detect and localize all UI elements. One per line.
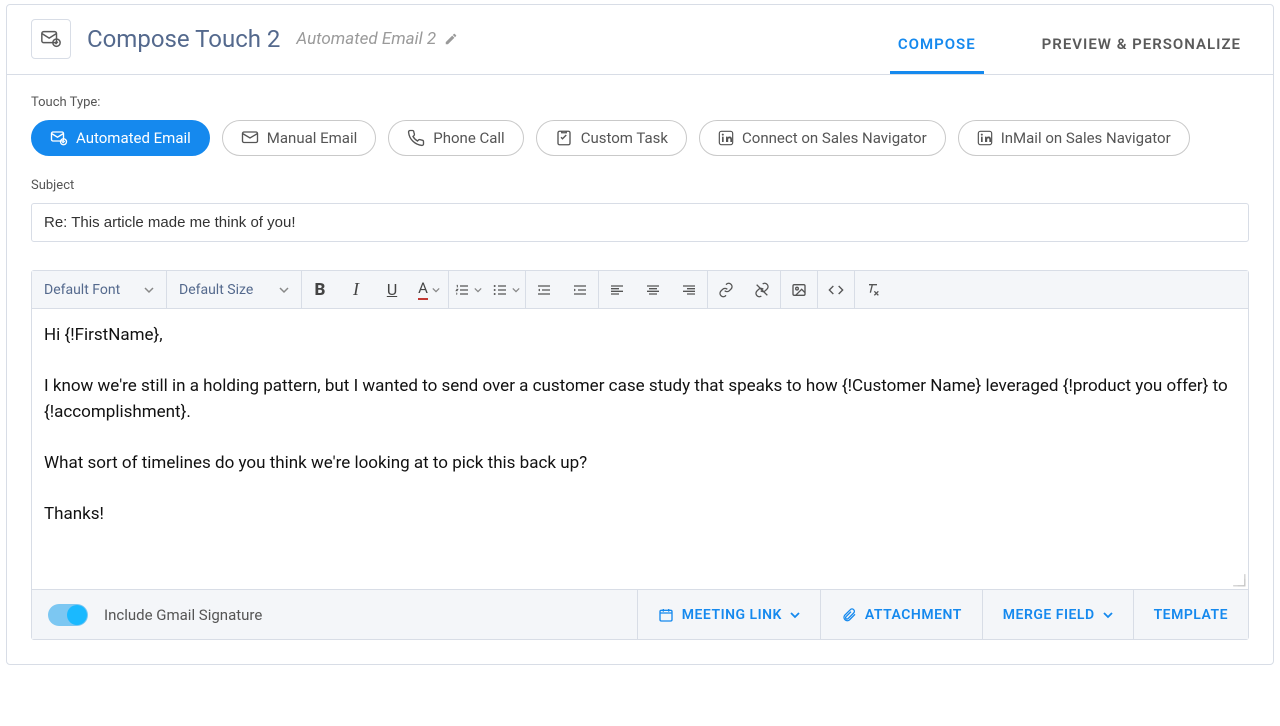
linkedin-icon	[718, 130, 734, 146]
outdent-button[interactable]	[526, 271, 562, 308]
paperclip-icon	[841, 607, 857, 623]
underline-button[interactable]: U	[374, 271, 410, 308]
page-title: Compose Touch 2	[87, 25, 280, 53]
body-line: What sort of timelines do you think we'r…	[44, 451, 1236, 477]
editor: Default Font Default Size B I U A	[31, 270, 1249, 640]
editor-body[interactable]: Hi {!FirstName}, I know we're still in a…	[32, 309, 1248, 589]
chevron-down-icon	[279, 285, 289, 295]
body-line	[44, 476, 1236, 502]
chevron-down-icon	[144, 285, 154, 295]
unordered-list-button[interactable]	[487, 271, 525, 308]
merge-field-button[interactable]: MERGE FIELD	[982, 590, 1133, 639]
email-icon	[241, 129, 259, 147]
code-button[interactable]	[818, 271, 854, 308]
header: Compose Touch 2 Automated Email 2 COMPOS…	[7, 5, 1273, 75]
body-line	[44, 425, 1236, 451]
align-left-button[interactable]	[599, 271, 635, 308]
bold-button[interactable]: B	[302, 271, 338, 308]
pill-inmail-sales-navigator[interactable]: InMail on Sales Navigator	[958, 120, 1190, 156]
chevron-down-icon	[790, 610, 800, 620]
ordered-list-button[interactable]	[449, 271, 487, 308]
subject-label: Subject	[31, 178, 1249, 193]
body-line: Thanks!	[44, 502, 1236, 528]
subject-input[interactable]	[31, 203, 1249, 242]
pill-manual-email[interactable]: Manual Email	[222, 120, 376, 156]
chevron-down-icon	[1103, 610, 1113, 620]
task-icon	[555, 129, 573, 147]
touch-icon	[31, 19, 71, 59]
compose-card: Compose Touch 2 Automated Email 2 COMPOS…	[6, 4, 1274, 665]
link-button[interactable]	[708, 271, 744, 308]
tab-preview[interactable]: PREVIEW & PERSONALIZE	[1034, 17, 1249, 74]
touch-type-label: Touch Type:	[31, 95, 1249, 110]
edit-title-icon[interactable]	[444, 32, 458, 46]
clear-formatting-button[interactable]	[855, 271, 891, 308]
body-line: Hi {!FirstName},	[44, 323, 1236, 349]
chevron-down-icon	[512, 286, 520, 294]
size-select[interactable]: Default Size	[167, 271, 302, 308]
pill-custom-task[interactable]: Custom Task	[536, 120, 687, 156]
pill-phone-call[interactable]: Phone Call	[388, 120, 523, 156]
chevron-down-icon	[432, 286, 440, 294]
calendar-icon	[658, 607, 674, 623]
unlink-button[interactable]	[744, 271, 780, 308]
align-right-button[interactable]	[671, 271, 707, 308]
pill-connect-sales-navigator[interactable]: Connect on Sales Navigator	[699, 120, 946, 156]
tabs: COMPOSE PREVIEW & PERSONALIZE	[890, 17, 1249, 74]
image-button[interactable]	[781, 271, 817, 308]
resize-handle-icon[interactable]	[1232, 573, 1246, 587]
phone-icon	[407, 129, 425, 147]
indent-button[interactable]	[562, 271, 598, 308]
attachment-button[interactable]: ATTACHMENT	[820, 590, 982, 639]
signature-label: Include Gmail Signature	[104, 606, 262, 624]
linkedin-icon	[977, 130, 993, 146]
chevron-down-icon	[474, 286, 482, 294]
template-button[interactable]: TEMPLATE	[1133, 590, 1248, 639]
meeting-link-button[interactable]: MEETING LINK	[637, 590, 820, 639]
email-auto-icon	[50, 129, 68, 147]
text-color-button[interactable]: A	[410, 271, 448, 308]
pill-automated-email[interactable]: Automated Email	[31, 120, 210, 156]
touch-type-pills: Automated Email Manual Email Phone Call …	[31, 120, 1249, 156]
italic-button[interactable]: I	[338, 271, 374, 308]
editor-footer: Include Gmail Signature MEETING LINK ATT…	[32, 589, 1248, 639]
align-center-button[interactable]	[635, 271, 671, 308]
body-line	[44, 349, 1236, 375]
signature-toggle[interactable]	[48, 604, 88, 626]
tab-compose[interactable]: COMPOSE	[890, 17, 984, 74]
body-line: I know we're still in a holding pattern,…	[44, 374, 1236, 425]
editor-toolbar: Default Font Default Size B I U A	[32, 271, 1248, 309]
font-select[interactable]: Default Font	[32, 271, 167, 308]
page-subtitle: Automated Email 2	[296, 29, 458, 49]
